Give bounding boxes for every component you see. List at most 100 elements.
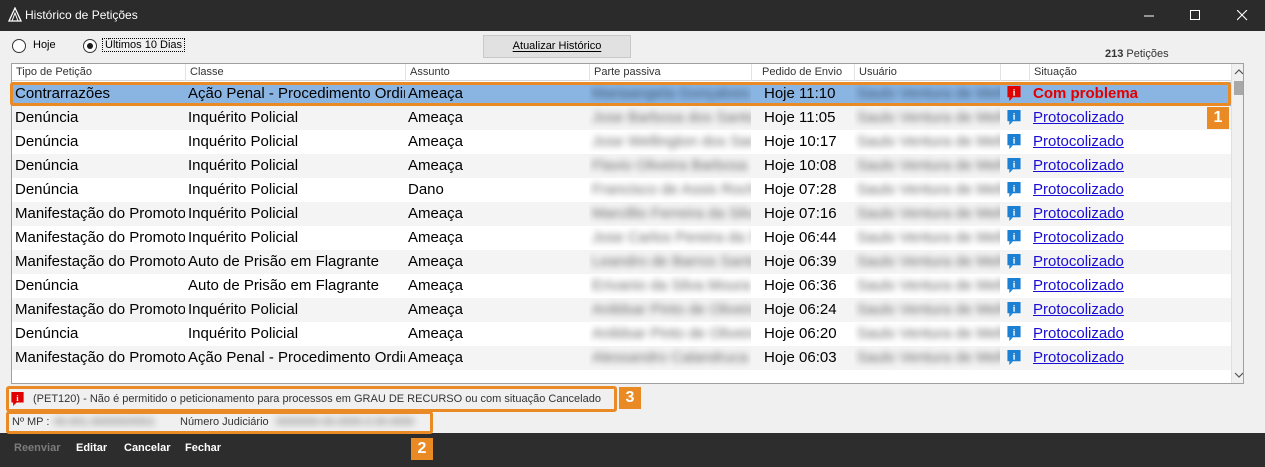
cell-tipo-text: Denúncia — [15, 157, 79, 174]
status-protocolizado-link[interactable]: Protocolizado — [1033, 181, 1124, 198]
status-protocolizado-link[interactable]: Protocolizado — [1033, 133, 1124, 150]
cell-situacao: Protocolizado — [1029, 250, 1231, 274]
radio-today-label[interactable]: Hoje — [31, 39, 58, 51]
close-window-button[interactable] — [1219, 0, 1265, 31]
cell-situacao: Protocolizado — [1029, 178, 1231, 202]
cell-pedido-envio: Hoje 06:44 — [751, 226, 854, 250]
svg-text:i: i — [1013, 136, 1016, 146]
cell-tipo: Denúncia — [12, 322, 185, 346]
cell-parte-passiva: Erivanio da Silva Moura — [589, 274, 751, 298]
callout-highlight-selected-row — [10, 82, 1231, 106]
table-row[interactable]: Manifestação do Promotor Inquérito Polici… — [12, 202, 1231, 226]
edit-button[interactable]: Editar — [76, 442, 107, 454]
info-status-icon[interactable]: i — [1007, 254, 1021, 269]
cell-tipo-text: Manifestação do Promotor — [15, 205, 185, 222]
info-status-icon[interactable]: i — [1007, 230, 1021, 245]
scroll-up-icon[interactable] — [1234, 67, 1244, 77]
cell-pedido-envio: Hoje 11:05 — [751, 106, 854, 130]
table-header: Tipo de Petição Classe Assunto Parte pas… — [12, 64, 1231, 81]
status-protocolizado-link[interactable]: Protocolizado — [1033, 277, 1124, 294]
cell-tipo-text: Manifestação do Promotor — [15, 253, 185, 270]
info-status-icon[interactable]: i — [1007, 278, 1021, 293]
svg-text:i: i — [1013, 304, 1016, 314]
cell-tipo-text: Denúncia — [15, 277, 79, 294]
column-header-tipo[interactable]: Tipo de Petição — [12, 64, 185, 81]
column-header-pedido[interactable]: Pedido de Envio — [751, 64, 854, 81]
status-protocolizado-link[interactable]: Protocolizado — [1033, 229, 1124, 246]
cell-pedido-envio-text: Hoje 10:08 — [764, 157, 837, 174]
resend-button[interactable]: Reenviar — [14, 442, 60, 454]
cell-tipo-text: Manifestação do Promotor — [15, 349, 185, 366]
cell-tipo: Manifestação do Promotor — [12, 346, 185, 370]
cell-situacao: Protocolizado — [1029, 130, 1231, 154]
table-row[interactable]: Denúncia Inquérito Policial Dano Francisco … — [12, 178, 1231, 202]
column-header-parte-passiva[interactable]: Parte passiva — [589, 64, 751, 81]
callout-highlight-identifiers — [6, 411, 433, 434]
status-protocolizado-link[interactable]: Protocolizado — [1033, 301, 1124, 318]
cell-assunto: Ameaça — [405, 250, 589, 274]
table-row[interactable]: Denúncia Inquérito Policial Ameaça Flavio O… — [12, 154, 1231, 178]
vertical-scrollbar[interactable] — [1231, 64, 1244, 383]
info-status-icon[interactable]: i — [1007, 134, 1021, 149]
info-status-icon[interactable]: i — [1007, 158, 1021, 173]
status-protocolizado-link[interactable]: Protocolizado — [1033, 205, 1124, 222]
cell-classe-text: Ação Penal - Procedimento Ordinário — [188, 349, 405, 366]
cell-classe-text: Inquérito Policial — [188, 133, 299, 150]
cell-usuario-text: Saulo Ventura de Mello — [857, 205, 1000, 222]
column-header-situacao[interactable]: Situação — [1029, 64, 1231, 81]
scroll-down-icon[interactable] — [1234, 370, 1244, 380]
info-status-icon[interactable]: i — [1007, 182, 1021, 197]
status-protocolizado-link[interactable]: Protocolizado — [1033, 253, 1124, 270]
cell-usuario: Saulo Ventura de Mello — [854, 274, 1000, 298]
scroll-thumb[interactable] — [1234, 81, 1243, 95]
table-row[interactable]: Denúncia Auto de Prisão em Flagrante Ameaç… — [12, 274, 1231, 298]
table-row[interactable]: Manifestação do Promotor Inquérito Polici… — [12, 226, 1231, 250]
cell-parte-passiva: Anildsar Pinto de Oliveira — [589, 322, 751, 346]
info-status-icon[interactable]: i — [1007, 206, 1021, 221]
cancel-button[interactable]: Cancelar — [124, 442, 170, 454]
table-row[interactable]: Manifestação do Promotor Ação Penal - Pro… — [12, 346, 1231, 370]
info-status-icon[interactable]: i — [1007, 350, 1021, 365]
column-header-usuario[interactable]: Usuário — [854, 64, 1000, 81]
radio-last-10-days-label[interactable]: Últimos 10 Dias — [102, 38, 186, 52]
table-row[interactable]: Denúncia Inquérito Policial Ameaça Anildsar… — [12, 322, 1231, 346]
column-header-assunto[interactable]: Assunto — [405, 64, 589, 81]
radio-last-10-days-indicator[interactable] — [83, 39, 97, 53]
close-button[interactable]: Fechar — [185, 442, 221, 454]
cell-assunto-text: Ameaça — [408, 133, 464, 150]
column-header-classe[interactable]: Classe — [185, 64, 405, 81]
cell-pedido-envio-text: Hoje 06:24 — [764, 301, 837, 318]
table-row[interactable]: Manifestação do Promotor Inquérito Polici… — [12, 298, 1231, 322]
cell-assunto-text: Ameaça — [408, 109, 464, 126]
refresh-history-label: Atualizar Histórico — [512, 40, 602, 52]
svg-text:i: i — [1013, 256, 1016, 266]
status-protocolizado-link[interactable]: Protocolizado — [1033, 109, 1124, 126]
cell-tipo: Denúncia — [12, 106, 185, 130]
cell-classe: Auto de Prisão em Flagrante — [185, 250, 405, 274]
minimize-button[interactable] — [1126, 0, 1172, 31]
cell-pedido-envio-text: Hoje 06:03 — [764, 349, 837, 366]
svg-text:i: i — [1013, 160, 1016, 170]
cell-pedido-envio-text: Hoje 06:36 — [764, 277, 837, 294]
status-protocolizado-link[interactable]: Protocolizado — [1033, 157, 1124, 174]
table-row[interactable]: Denúncia Inquérito Policial Ameaça Jose Wel… — [12, 130, 1231, 154]
close-icon — [1237, 10, 1248, 21]
cell-tipo-text: Manifestação do Promotor — [15, 229, 185, 246]
cell-tipo-text: Denúncia — [15, 109, 79, 126]
column-header-icon[interactable] — [1000, 64, 1029, 81]
cell-pedido-envio: Hoje 06:03 — [751, 346, 854, 370]
table-row[interactable]: Manifestação do Promotor Auto de Prisão e… — [12, 250, 1231, 274]
cell-parte-passiva: Marcillio Ferreira da Silva — [589, 202, 751, 226]
status-protocolizado-link[interactable]: Protocolizado — [1033, 325, 1124, 342]
refresh-history-button[interactable]: Atualizar Histórico — [483, 35, 631, 58]
info-status-icon[interactable]: i — [1007, 326, 1021, 341]
cell-situacao: Protocolizado — [1029, 154, 1231, 178]
cell-pedido-envio-text: Hoje 10:17 — [764, 133, 837, 150]
radio-today-indicator[interactable] — [12, 39, 26, 53]
info-status-icon[interactable]: i — [1007, 110, 1021, 125]
status-protocolizado-link[interactable]: Protocolizado — [1033, 349, 1124, 366]
info-status-icon[interactable]: i — [1007, 302, 1021, 317]
table-row[interactable]: Denúncia Inquérito Policial Ameaça Jose Bar… — [12, 106, 1231, 130]
maximize-button[interactable] — [1172, 0, 1218, 31]
cell-parte-passiva-text: Alessandro Calandruca — [592, 349, 748, 366]
